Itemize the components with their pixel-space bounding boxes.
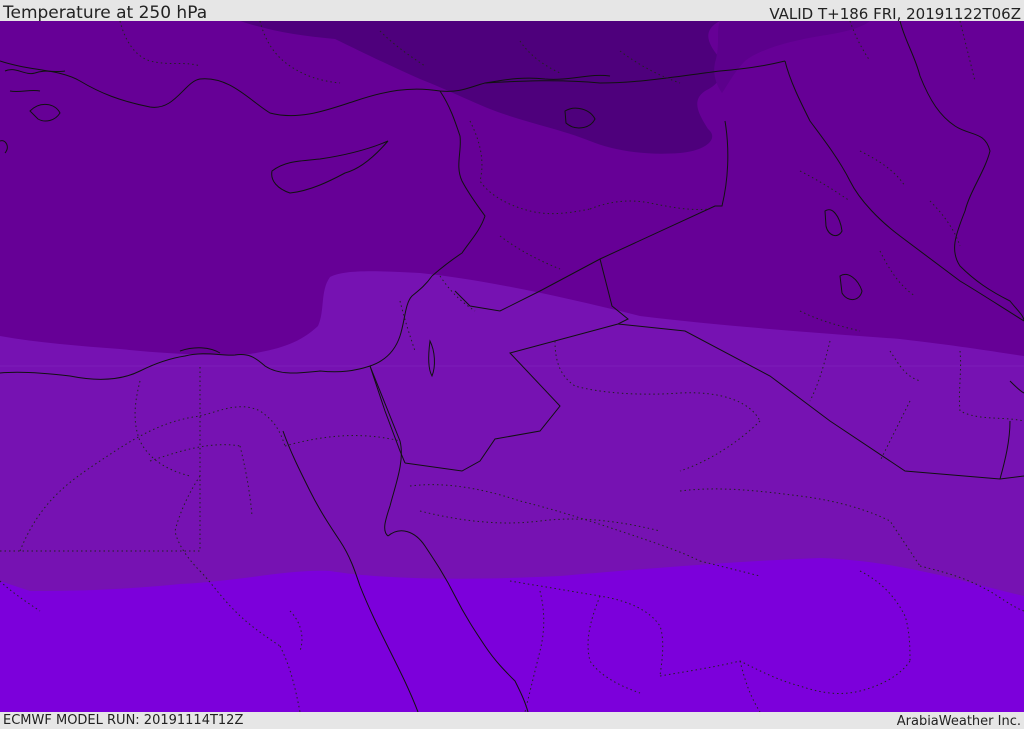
map-frame: Temperature at 250 hPa VALID T+186 FRI, … xyxy=(0,0,1024,729)
model-run-label: ECMWF MODEL RUN: 20191114T12Z xyxy=(3,713,244,728)
footer-bar: ECMWF MODEL RUN: 20191114T12Z ArabiaWeat… xyxy=(0,712,1024,729)
credit-label: ArabiaWeather Inc. xyxy=(896,714,1021,729)
map-canvas xyxy=(0,21,1024,712)
map-title: Temperature at 250 hPa xyxy=(3,3,208,23)
temperature-map xyxy=(0,21,1024,712)
header-bar: Temperature at 250 hPa VALID T+186 FRI, … xyxy=(0,0,1024,23)
